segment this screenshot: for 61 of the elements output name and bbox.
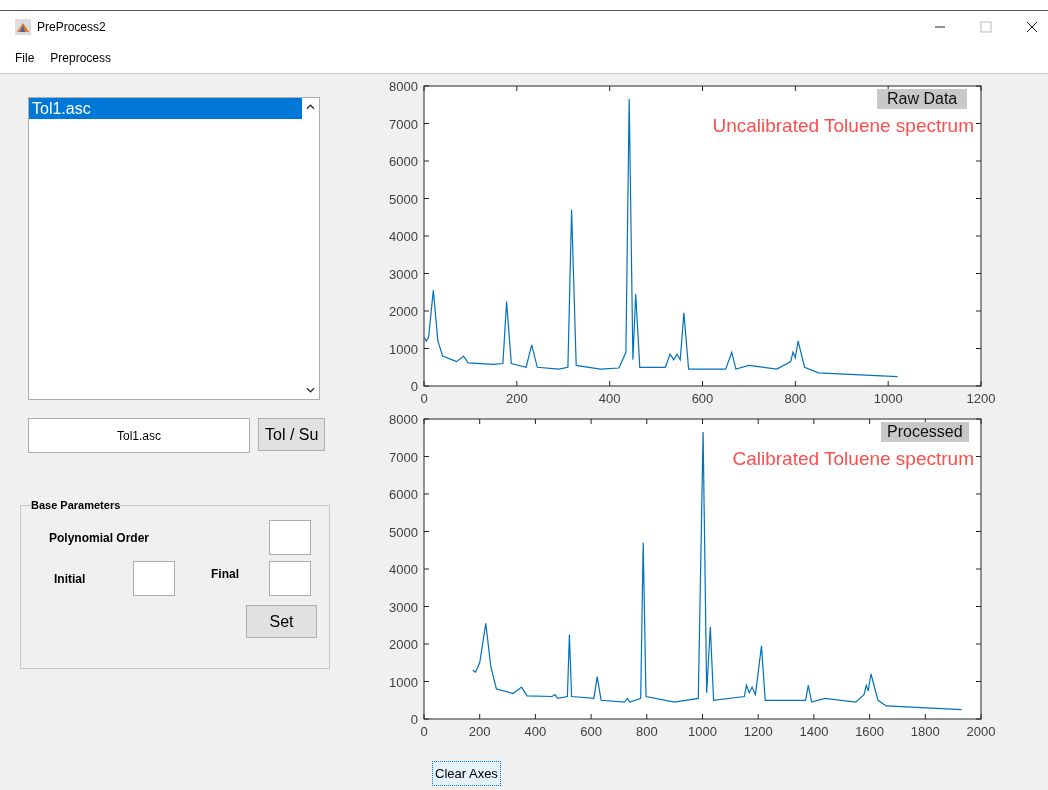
x-tick-label: 600	[580, 724, 602, 739]
plot-label: Processed	[881, 422, 969, 442]
y-tick-label: 0	[410, 712, 418, 727]
y-tick-label: 1000	[389, 674, 418, 690]
x-tick-label: 1600	[855, 724, 885, 739]
y-tick-label: 6000	[389, 487, 418, 502]
y-tick-label: 4000	[389, 562, 418, 577]
x-tick-label: 0	[420, 391, 428, 406]
x-tick-label: 800	[635, 724, 658, 739]
x-tick-label: 1000	[873, 391, 903, 406]
plot-label: Raw Data	[877, 89, 968, 109]
x-tick-label: 600	[691, 391, 714, 406]
polynomial-order-field[interactable]	[269, 520, 311, 555]
x-tick-label: 1400	[799, 724, 829, 739]
x-tick-label: 0	[420, 724, 428, 739]
initial-label: Initial	[54, 571, 87, 586]
x-tick-label: 1200	[743, 724, 773, 739]
x-tick-label: 2000	[966, 724, 996, 739]
y-tick-label: 3000	[389, 599, 418, 615]
menu-item[interactable]: Preprocess	[50, 51, 112, 65]
y-tick-label: 3000	[389, 266, 418, 282]
x-tick-label: 800	[784, 391, 807, 406]
x-tick-label: 200	[506, 391, 528, 406]
x-tick-label: 1800	[910, 724, 940, 739]
y-tick-label: 5000	[389, 524, 418, 540]
y-tick-label: 8000	[389, 412, 418, 427]
final-field[interactable]	[269, 561, 311, 596]
file-list[interactable]: Tol1.asc	[28, 97, 320, 400]
polynomial-order-label: Polynomial Order	[49, 530, 151, 545]
set-button[interactable]: Set	[246, 605, 317, 638]
clear-axes-button[interactable]: Clear Axes	[432, 761, 501, 786]
menu-item[interactable]: File	[15, 51, 35, 65]
initial-field[interactable]	[133, 561, 175, 596]
file-list-item[interactable]: Tol1.asc	[29, 98, 302, 119]
close-icon[interactable]	[1026, 21, 1038, 33]
file-name-field[interactable]: Tol1.asc	[28, 418, 250, 453]
annotation-text: Uncalibrated Toluene spectrum	[712, 115, 974, 136]
y-tick-label: 4000	[389, 229, 418, 244]
window-title: PreProcess2	[37, 20, 106, 34]
y-tick-label: 6000	[389, 154, 418, 169]
panel-title: Base Parameters	[31, 499, 121, 511]
x-tick-label: 200	[468, 724, 491, 739]
annotation-text: Calibrated Toluene spectrum	[732, 448, 974, 469]
x-tick-label: 1200	[966, 391, 996, 406]
y-tick-label: 8000	[389, 79, 418, 94]
y-tick-label: 0	[410, 379, 418, 394]
y-tick-label: 2000	[389, 637, 418, 652]
final-label: Final	[211, 566, 240, 581]
x-tick-label: 400	[598, 391, 621, 406]
y-tick-label: 5000	[389, 191, 418, 207]
scroll-up-icon[interactable]	[306, 104, 315, 110]
maximize-icon[interactable]	[980, 21, 992, 33]
tol-su-button[interactable]: Tol / Su	[258, 418, 326, 451]
x-tick-label: 1000	[688, 724, 717, 739]
y-tick-label: 1000	[389, 341, 418, 357]
y-tick-label: 7000	[389, 449, 418, 465]
y-tick-label: 7000	[389, 116, 418, 132]
scroll-down-icon[interactable]	[306, 387, 315, 393]
y-tick-label: 2000	[389, 304, 418, 319]
app-icon	[15, 19, 31, 35]
x-tick-label: 400	[524, 724, 547, 739]
